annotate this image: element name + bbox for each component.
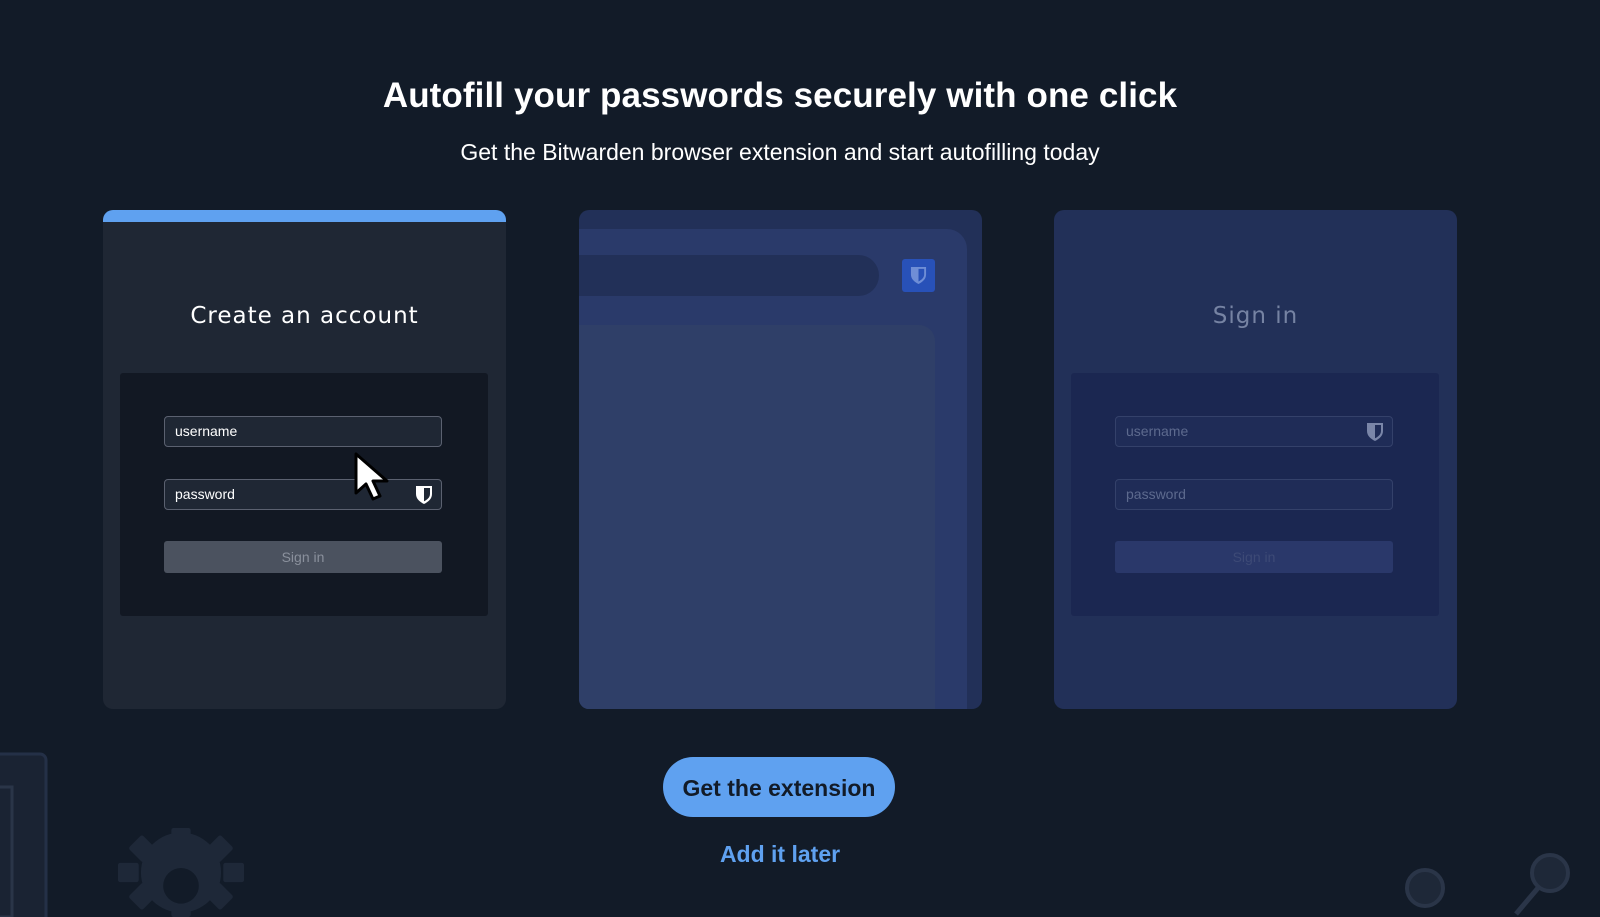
illustration-form-panel: username password Sign in bbox=[1071, 373, 1439, 616]
get-extension-button[interactable]: Get the extension bbox=[663, 757, 895, 817]
card-title: Create an account bbox=[190, 303, 419, 329]
decorative-search-icon bbox=[1405, 868, 1445, 908]
bitwarden-shield-icon bbox=[910, 267, 927, 284]
decorative-device-icon bbox=[0, 752, 48, 917]
illustration-password-field: password bbox=[164, 479, 442, 510]
field-placeholder: username bbox=[1126, 423, 1189, 439]
browser-content-area bbox=[579, 325, 935, 709]
step-card-sign-in: Sign in username password Sign in bbox=[1054, 210, 1457, 709]
illustration-signin-button: Sign in bbox=[164, 541, 442, 573]
illustration-username-field: username bbox=[164, 416, 442, 447]
decorative-key-icon bbox=[1514, 853, 1570, 916]
browser-address-bar bbox=[579, 255, 879, 296]
page-title: Autofill your passwords securely with on… bbox=[382, 76, 1178, 115]
add-it-later-label[interactable]: Add it later bbox=[720, 841, 840, 867]
step-card-browser bbox=[579, 210, 982, 709]
autofill-onboarding-page: Autofill your passwords securely with on… bbox=[0, 0, 1600, 917]
page-subtitle: Get the Bitwarden browser extension and … bbox=[460, 139, 1100, 165]
bitwarden-shield-icon bbox=[1367, 423, 1383, 441]
decorative-gear-icon bbox=[117, 828, 245, 917]
field-placeholder: password bbox=[1126, 486, 1186, 502]
illustration-signin-button: Sign in bbox=[1115, 541, 1393, 573]
extension-button bbox=[902, 259, 935, 292]
illustration-username-field: username bbox=[1115, 416, 1393, 447]
card-title: Sign in bbox=[1212, 303, 1299, 329]
active-step-indicator bbox=[103, 210, 506, 222]
field-placeholder: username bbox=[175, 423, 238, 439]
bitwarden-shield-icon bbox=[416, 486, 432, 504]
mouse-pointer-icon bbox=[354, 452, 389, 501]
field-placeholder: password bbox=[175, 486, 235, 502]
illustration-form-panel: username password Sign in bbox=[120, 373, 488, 616]
step-card-create-account: Create an account username password Sign… bbox=[103, 210, 506, 709]
illustration-password-field: password bbox=[1115, 479, 1393, 510]
